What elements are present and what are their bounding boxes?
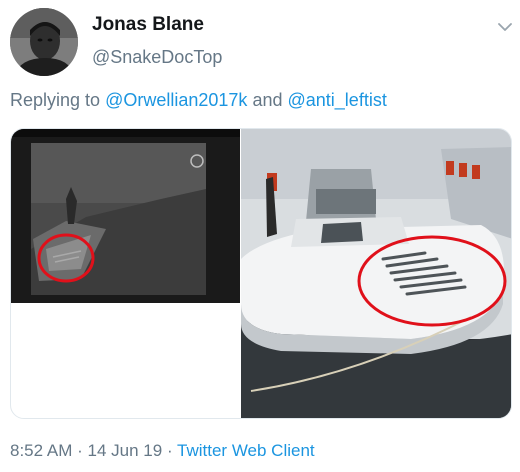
mention-anti-leftist[interactable]: @anti_leftist bbox=[288, 90, 387, 110]
tweet-meta: 8:52 AM · 14 Jun 19 · Twitter Web Client bbox=[10, 441, 315, 461]
tweet-source-link[interactable]: Twitter Web Client bbox=[177, 441, 315, 460]
media-image-2[interactable] bbox=[241, 129, 511, 418]
author-handle[interactable]: @SnakeDocTop bbox=[92, 47, 222, 68]
replying-prefix: Replying to bbox=[10, 90, 101, 110]
author-name[interactable]: Jonas Blane bbox=[92, 14, 204, 36]
tweet-time[interactable]: 8:52 AM bbox=[10, 441, 72, 460]
replying-to-line: Replying to @Orwellian2017k and @anti_le… bbox=[10, 90, 387, 111]
chevron-down-icon[interactable] bbox=[496, 18, 514, 36]
replying-conjunction: and bbox=[252, 90, 283, 110]
media-grid bbox=[10, 128, 512, 419]
mention-orwellian2017k[interactable]: @Orwellian2017k bbox=[105, 90, 247, 110]
meta-separator-2: · bbox=[166, 441, 173, 460]
meta-separator: · bbox=[77, 441, 83, 460]
media-image-1[interactable] bbox=[11, 129, 240, 303]
tweet-date[interactable]: 14 Jun 19 bbox=[88, 441, 163, 460]
avatar[interactable] bbox=[10, 8, 78, 76]
